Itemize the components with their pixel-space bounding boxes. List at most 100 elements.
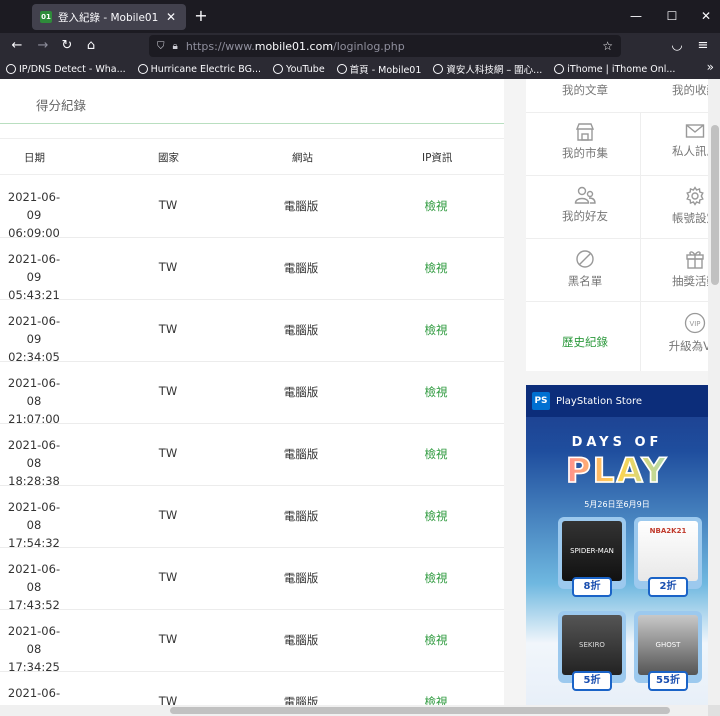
- table-row: 2021-06-08 17:54:32 TW 電腦版 檢視: [0, 486, 504, 550]
- row-datetime: 2021-06-09 05:43:21: [4, 250, 64, 304]
- tab-close-icon[interactable]: ✕: [164, 10, 178, 24]
- bookmark-item[interactable]: iThome | iThome Onl...: [554, 64, 675, 75]
- globe-icon: [273, 64, 284, 74]
- row-country: TW: [158, 260, 178, 274]
- vertical-scroll-thumb[interactable]: [711, 125, 719, 285]
- globe-icon: [6, 64, 16, 74]
- row-ip-view-link[interactable]: 檢視: [416, 570, 456, 586]
- row-site: 電腦版: [283, 633, 319, 647]
- horizontal-scroll-thumb[interactable]: [170, 707, 670, 714]
- globe-icon: [554, 64, 565, 74]
- bookmark-item[interactable]: IP/DNS Detect - Wha...: [6, 64, 126, 75]
- row-ip-view-link[interactable]: 檢視: [416, 508, 456, 524]
- globe-icon: [137, 64, 148, 74]
- section-title[interactable]: 得分紀錄: [36, 95, 86, 114]
- sidebar: 我的文章 我的收藏 我的市集 私人訊息 我的好友 帳號設定 黑名單 抽獎活動 歷史紀錄 VIP 升級…: [514, 79, 720, 716]
- sidebar-item-label: 我的市集: [562, 146, 608, 160]
- url-bar[interactable]: ⛉ 🔒︎ https://www.mobile01.com/loginlog.p…: [149, 35, 621, 57]
- block-icon: [530, 249, 640, 269]
- store-icon: [530, 123, 640, 141]
- row-site: 電腦版: [283, 447, 319, 461]
- home-icon[interactable]: ⌂: [82, 37, 100, 55]
- mobile01-favicon-icon: 01: [40, 11, 52, 23]
- lock-icon[interactable]: 🔒︎: [173, 41, 178, 52]
- bookmark-item[interactable]: 首頁 - Mobile01: [336, 62, 421, 76]
- row-country: TW: [158, 446, 178, 460]
- minimize-icon[interactable]: —: [626, 8, 646, 24]
- row-date: 2021-06-09: [7, 190, 61, 222]
- ad-headline: DAYS OF: [571, 435, 663, 450]
- sidebar-item-label: 歷史紀錄: [562, 335, 608, 349]
- globe-icon: [336, 64, 347, 74]
- row-date: 2021-06-08: [7, 500, 61, 532]
- pocket-icon[interactable]: ◡: [668, 37, 686, 55]
- table-row: 2021-06-08 17:34:25 TW 電腦版 檢視: [0, 610, 504, 674]
- row-site: 電腦版: [283, 323, 319, 337]
- bookmark-item[interactable]: Hurricane Electric BG...: [137, 64, 261, 75]
- row-date: 2021-06-08: [7, 562, 61, 594]
- row-ip-view-link[interactable]: 檢視: [416, 322, 456, 338]
- playstation-ad[interactable]: PS PlayStation Store DAYS OF PLAY 5月26日至…: [526, 385, 708, 716]
- menu-divider: [526, 175, 708, 176]
- row-country: TW: [158, 384, 178, 398]
- table-header: 日期 國家 網站 IP資訊: [0, 138, 504, 175]
- menu-icon[interactable]: ≡: [694, 37, 712, 55]
- table-row: 2021-06-09 02:34:05 TW 電腦版 檢視: [0, 300, 504, 364]
- game-cover: NBA2K21: [638, 521, 698, 581]
- bookmark-star-icon[interactable]: ☆: [602, 39, 613, 53]
- row-ip-view-link[interactable]: 檢視: [416, 446, 456, 462]
- sidebar-item-article[interactable]: 我的文章: [530, 79, 640, 112]
- login-log-panel: 得分紀錄 日期 國家 網站 IP資訊 2021-06-09 06:09:00 TW 電…: [0, 79, 504, 716]
- shield-icon[interactable]: ⛉: [157, 41, 165, 52]
- row-ip-view-link[interactable]: 檢視: [416, 632, 456, 648]
- header-site: 網站: [292, 152, 313, 164]
- discount-badge: 55折: [648, 671, 688, 691]
- friends-icon: [530, 186, 640, 204]
- bookmarks-overflow-icon[interactable]: »: [707, 60, 714, 74]
- bookmark-item[interactable]: YouTube: [273, 64, 325, 75]
- game-card[interactable]: GHOST 55折: [634, 611, 702, 691]
- maximize-icon[interactable]: ☐: [662, 8, 682, 24]
- globe-icon: [433, 64, 444, 74]
- back-icon[interactable]: ←: [8, 37, 26, 55]
- ad-header: PS PlayStation Store: [526, 385, 708, 417]
- row-date: 2021-06-08: [7, 438, 61, 470]
- game-card[interactable]: SPIDER-MAN 8折: [558, 517, 626, 597]
- row-date: 2021-06-09: [7, 252, 61, 284]
- row-datetime: 2021-06-08 18:28:38: [4, 436, 64, 490]
- row-country: TW: [158, 508, 178, 522]
- sidebar-item-label: 我的好友: [562, 209, 608, 223]
- menu-divider: [526, 301, 708, 302]
- row-datetime: 2021-06-08 17:54:32: [4, 498, 64, 552]
- row-datetime: 2021-06-08 17:34:25: [4, 622, 64, 676]
- row-ip-view-link[interactable]: 檢視: [416, 260, 456, 276]
- row-datetime: 2021-06-09 02:34:05: [4, 312, 64, 366]
- game-card[interactable]: NBA2K21 2折: [634, 517, 702, 597]
- bookmark-item[interactable]: 資安人科技網 – 圍心...: [433, 62, 542, 76]
- sidebar-item-friends[interactable]: 我的好友: [530, 175, 640, 238]
- ad-headline-big: PLAY: [526, 450, 708, 492]
- browser-tab[interactable]: 01 登入紀錄 - Mobile01 ✕: [32, 4, 186, 30]
- sidebar-item-store[interactable]: 我的市集: [530, 112, 640, 175]
- member-menu: 我的文章 我的收藏 我的市集 私人訊息 我的好友 帳號設定 黑名單 抽獎活動 歷史紀錄 VIP 升級…: [526, 79, 720, 371]
- sidebar-item-history[interactable]: 歷史紀錄: [530, 301, 640, 364]
- row-ip-view-link[interactable]: 檢視: [416, 198, 456, 214]
- sidebar-item-block[interactable]: 黑名單: [530, 238, 640, 301]
- game-cover: GHOST: [638, 615, 698, 675]
- discount-badge: 2折: [648, 577, 688, 597]
- game-card[interactable]: SEKIRO 5折: [558, 611, 626, 691]
- menu-divider: [526, 112, 708, 113]
- tab-title: 登入紀錄 - Mobile01: [58, 11, 159, 24]
- title-divider: [0, 123, 504, 124]
- row-ip-view-link[interactable]: 檢視: [416, 384, 456, 400]
- ad-dates: 5月26日至6月9日: [584, 500, 650, 509]
- row-country: TW: [158, 632, 178, 646]
- new-tab-icon[interactable]: +: [192, 7, 210, 25]
- forward-icon[interactable]: →: [34, 37, 52, 55]
- row-site: 電腦版: [283, 385, 319, 399]
- reload-icon[interactable]: ↻: [58, 37, 76, 55]
- close-window-icon[interactable]: ✕: [696, 8, 716, 24]
- row-datetime: 2021-06-08 21:07:00: [4, 374, 64, 428]
- header-ip: IP資訊: [422, 152, 453, 164]
- row-site: 電腦版: [283, 571, 319, 585]
